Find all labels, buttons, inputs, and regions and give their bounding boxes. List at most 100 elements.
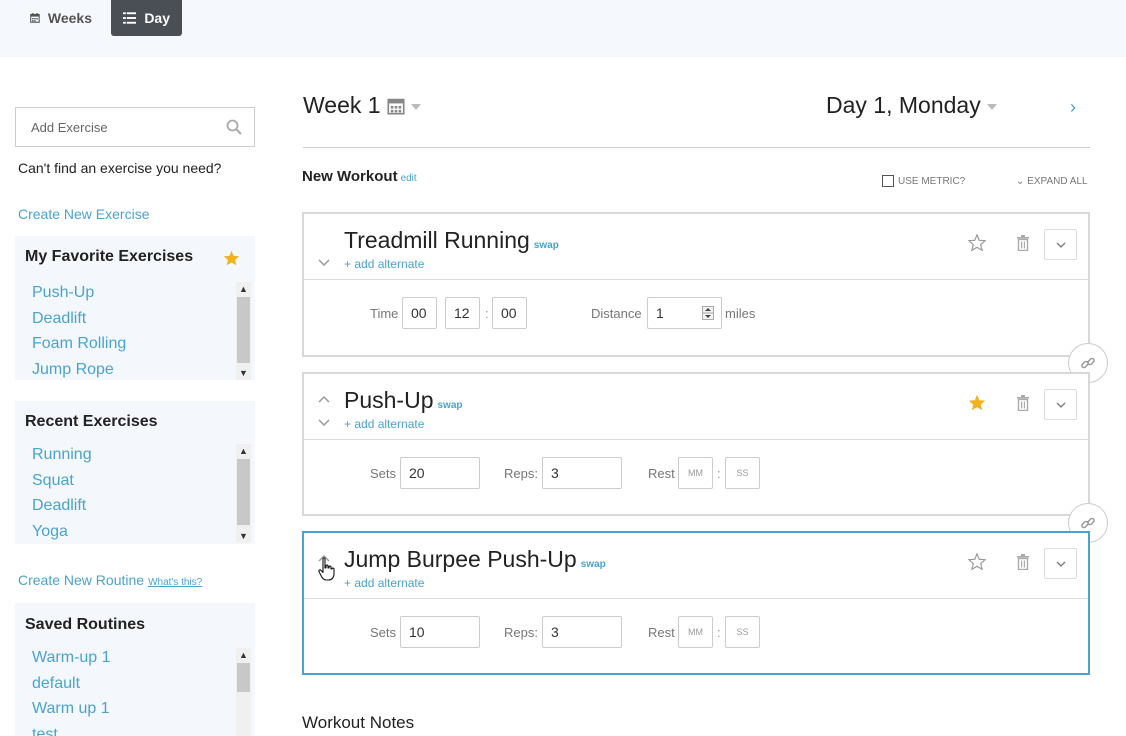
favorite-item[interactable]: Foam Rolling bbox=[32, 331, 126, 357]
use-metric-label: USE METRIC? bbox=[898, 175, 966, 187]
scroll-thumb[interactable] bbox=[237, 297, 250, 363]
rest-seconds-input[interactable]: SS bbox=[725, 616, 760, 648]
reps-label: Reps: bbox=[504, 625, 538, 640]
rest-minutes-input[interactable]: MM bbox=[678, 457, 713, 489]
link-icon bbox=[1081, 357, 1095, 369]
rest-separator: : bbox=[717, 625, 721, 640]
favorite-star-icon[interactable] bbox=[968, 394, 986, 416]
next-day-arrow-icon[interactable]: › bbox=[1070, 97, 1076, 118]
recent-item[interactable]: Yoga bbox=[32, 519, 92, 545]
top-bar: Weeks Day bbox=[0, 0, 1126, 57]
swap-link[interactable]: swap bbox=[437, 400, 462, 411]
add-alternate-link[interactable]: + add alternate bbox=[344, 417, 424, 431]
favorite-item[interactable]: Jump Rope bbox=[32, 357, 126, 383]
exercise-card-header: Push-Up swap + add alternate bbox=[304, 374, 1088, 440]
day-view-button[interactable]: Day bbox=[111, 0, 182, 36]
scroll-thumb[interactable] bbox=[237, 663, 250, 692]
move-down-chevron-icon[interactable] bbox=[318, 254, 330, 270]
move-down-chevron-icon[interactable] bbox=[318, 414, 330, 430]
add-alternate-link[interactable]: + add alternate bbox=[344, 257, 424, 271]
reps-input[interactable]: 3 bbox=[542, 616, 622, 648]
rest-separator: : bbox=[717, 466, 721, 481]
trash-icon[interactable] bbox=[1016, 554, 1030, 570]
scroll-up-icon[interactable]: ▲ bbox=[236, 444, 251, 458]
favorite-item[interactable]: Push-Up bbox=[32, 280, 126, 306]
swap-link[interactable]: swap bbox=[534, 240, 559, 251]
saved-routines-panel: Saved Routines Warm-up 1 default Warm up… bbox=[15, 603, 255, 736]
week-label: Week 1 bbox=[303, 92, 381, 118]
collapse-button[interactable] bbox=[1044, 389, 1077, 420]
use-metric-checkbox[interactable] bbox=[882, 175, 894, 187]
saved-scrollbar[interactable]: ▲ bbox=[236, 648, 251, 736]
favorite-star-icon[interactable] bbox=[967, 552, 987, 575]
collapse-button[interactable] bbox=[1044, 548, 1077, 579]
week-selector[interactable]: Week 1 bbox=[303, 92, 421, 119]
sets-input[interactable]: 20 bbox=[400, 457, 480, 489]
exercise-card: Jump Burpee Push-Up swap + add alternate … bbox=[302, 531, 1090, 675]
trash-icon[interactable] bbox=[1016, 395, 1030, 411]
distance-label: Distance bbox=[591, 306, 642, 321]
create-routine-row: Create New Routine What's this? bbox=[18, 572, 202, 588]
sets-label: Sets bbox=[370, 625, 397, 640]
day-selector[interactable]: Day 1, Monday bbox=[826, 92, 997, 119]
distance-input[interactable]: 1 bbox=[647, 297, 722, 329]
favorites-scrollbar[interactable]: ▲ ▼ bbox=[236, 282, 251, 380]
expand-all-button[interactable]: ⌄ EXPAND ALL bbox=[1016, 176, 1088, 187]
scroll-down-icon[interactable]: ▼ bbox=[236, 366, 251, 380]
recent-scrollbar[interactable]: ▲ ▼ bbox=[236, 444, 251, 543]
time-seconds-input[interactable]: 00 bbox=[492, 297, 527, 329]
link-icon bbox=[1081, 517, 1095, 529]
add-alternate-link[interactable]: + add alternate bbox=[344, 576, 424, 590]
number-spinner-icon[interactable] bbox=[702, 306, 714, 320]
saved-item[interactable]: default bbox=[32, 671, 111, 697]
caret-down-icon bbox=[986, 104, 997, 110]
time-hours-input[interactable]: 00 bbox=[402, 297, 437, 329]
time-separator: : bbox=[485, 306, 489, 321]
create-new-exercise-link[interactable]: Create New Exercise bbox=[18, 206, 150, 222]
saved-item[interactable]: Warm up 1 bbox=[32, 696, 111, 722]
scroll-thumb[interactable] bbox=[237, 459, 250, 525]
whats-this-link[interactable]: What's this? bbox=[148, 577, 202, 588]
recent-item[interactable]: Squat bbox=[32, 468, 92, 494]
favorite-star-icon[interactable] bbox=[967, 233, 987, 256]
rest-minutes-input[interactable]: MM bbox=[678, 616, 713, 648]
favorites-list: Push-Up Deadlift Foam Rolling Jump Rope bbox=[32, 280, 126, 383]
sets-input[interactable]: 10 bbox=[400, 616, 480, 648]
recent-item[interactable]: Running bbox=[32, 442, 92, 468]
scroll-up-icon[interactable]: ▲ bbox=[236, 282, 251, 296]
day-label: Day bbox=[144, 10, 170, 26]
search-icon[interactable] bbox=[226, 119, 242, 135]
move-up-chevron-icon[interactable] bbox=[318, 390, 330, 406]
favorite-item[interactable]: Deadlift bbox=[32, 306, 126, 332]
weeks-label: Weeks bbox=[47, 10, 92, 26]
recent-title: Recent Exercises bbox=[25, 413, 158, 430]
rest-label: Rest bbox=[648, 466, 675, 481]
exercise-name: Push-Up bbox=[344, 387, 434, 413]
edit-workout-link[interactable]: edit bbox=[401, 173, 417, 184]
reps-input[interactable]: 3 bbox=[542, 457, 622, 489]
collapse-button[interactable] bbox=[1044, 229, 1077, 260]
scroll-down-icon[interactable]: ▼ bbox=[236, 529, 251, 543]
caret-down-icon bbox=[410, 104, 421, 110]
trash-icon[interactable] bbox=[1016, 235, 1030, 251]
add-exercise-input[interactable] bbox=[31, 119, 226, 135]
exercise-card: Push-Up swap + add alternate Sets 20 Reps… bbox=[302, 372, 1090, 516]
recent-list: Running Squat Deadlift Yoga bbox=[32, 442, 92, 545]
weeks-view-button[interactable]: Weeks bbox=[18, 0, 104, 36]
workout-name: New Workout bbox=[302, 168, 398, 185]
rest-label: Rest bbox=[648, 625, 675, 640]
distance-value: 1 bbox=[656, 305, 664, 321]
favorites-title: My Favorite Exercises bbox=[25, 248, 194, 265]
time-label: Time bbox=[370, 306, 399, 321]
create-new-routine-link[interactable]: Create New Routine bbox=[18, 572, 144, 588]
time-minutes-input[interactable]: 12 bbox=[445, 297, 480, 329]
rest-seconds-input[interactable]: SS bbox=[725, 457, 760, 489]
use-metric-toggle[interactable]: USE METRIC? bbox=[882, 175, 965, 187]
recent-item[interactable]: Deadlift bbox=[32, 493, 92, 519]
scroll-up-icon[interactable]: ▲ bbox=[236, 648, 251, 662]
favorite-exercises-panel: My Favorite Exercises Push-Up Deadlift F… bbox=[15, 236, 255, 380]
saved-item[interactable]: Warm-up 1 bbox=[32, 645, 111, 671]
swap-link[interactable]: swap bbox=[581, 559, 606, 570]
saved-item[interactable]: test bbox=[32, 722, 111, 736]
recent-exercises-panel: Recent Exercises Running Squat Deadlift … bbox=[15, 401, 255, 544]
